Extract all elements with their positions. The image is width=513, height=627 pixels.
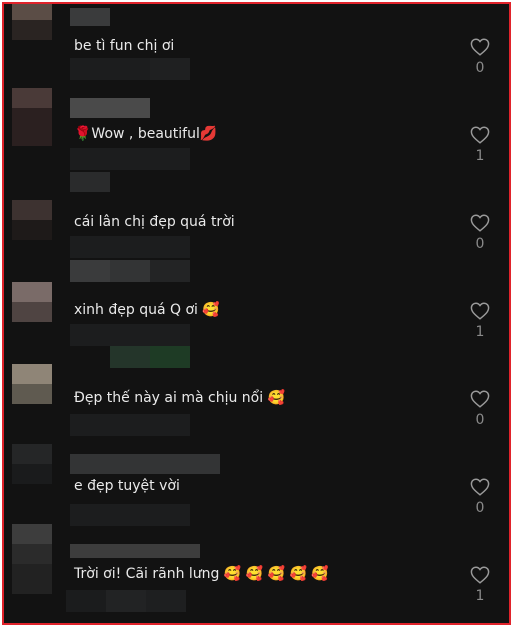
redacted-block [110, 148, 150, 170]
avatar-top [12, 524, 52, 544]
like-button[interactable]: 0 [469, 38, 491, 76]
redacted-block [110, 504, 150, 526]
like-button[interactable]: 1 [469, 566, 491, 604]
like-count: 1 [475, 324, 485, 340]
avatar-top [12, 4, 52, 20]
redacted-block [110, 414, 150, 436]
avatar[interactable] [12, 88, 52, 146]
redacted-block [70, 236, 110, 258]
redacted-block [66, 590, 106, 612]
avatar-bottom [12, 464, 52, 484]
redacted-block [150, 148, 190, 170]
comment-text: 🌹Wow , beautiful💋 [74, 126, 218, 142]
heart-outline-icon [470, 38, 490, 56]
avatar[interactable] [12, 444, 52, 484]
like-button[interactable]: 1 [469, 126, 491, 164]
like-count: 0 [475, 236, 485, 252]
like-button[interactable]: 1 [469, 302, 491, 340]
heart-outline-icon [470, 566, 490, 584]
like-count: 1 [475, 588, 485, 604]
username-redacted [70, 8, 110, 26]
redacted-block [150, 504, 190, 526]
like-button[interactable]: 0 [469, 390, 491, 428]
avatar-bottom [12, 20, 52, 40]
redacted-block [70, 58, 110, 80]
avatar[interactable] [12, 4, 52, 40]
comment-item: Đẹp thế này ai mà chịu nổi 🥰 0 [4, 356, 509, 474]
like-count: 0 [475, 60, 485, 76]
redacted-block [70, 148, 110, 170]
like-count: 1 [475, 148, 485, 164]
redacted-block [110, 58, 150, 80]
redacted-block [146, 590, 186, 612]
comment-item: 🌹Wow , beautiful💋 1 [4, 88, 509, 192]
like-button[interactable]: 0 [469, 214, 491, 252]
avatar-bottom [12, 108, 52, 128]
comments-panel: be tì fun chị ơi 0 🌹Wow , beautiful💋 1 c… [2, 2, 511, 625]
redacted-block [150, 414, 190, 436]
comment-item: xinh đẹp quá Q ơi 🥰 1 [4, 268, 509, 368]
avatar-bottom [12, 302, 52, 322]
comment-text: cái lân chị đẹp quá trời [74, 214, 235, 230]
redacted-block [110, 236, 150, 258]
comment-text: be tì fun chị ơi [74, 38, 175, 54]
avatar[interactable] [12, 282, 52, 322]
avatar-top [12, 282, 52, 302]
avatar-extra [12, 128, 52, 146]
avatar-bottom [12, 544, 52, 564]
comment-item: Trời ơi! Cãi rãnh lưng 🥰 🥰 🥰 🥰 🥰 1 [4, 524, 509, 623]
heart-outline-icon [470, 390, 490, 408]
heart-outline-icon [470, 214, 490, 232]
comment-text: xinh đẹp quá Q ơi 🥰 [74, 302, 220, 318]
avatar-top [12, 444, 52, 464]
like-count: 0 [475, 412, 485, 428]
avatar-bottom [12, 384, 52, 404]
avatar-top [12, 200, 52, 220]
heart-outline-icon [470, 126, 490, 144]
comment-text: e đẹp tuyệt vời [74, 478, 180, 494]
heart-outline-icon [470, 302, 490, 320]
comment-item: cái lân chị đẹp quá trời 0 [4, 180, 509, 282]
redacted-block [150, 236, 190, 258]
like-button[interactable]: 0 [469, 478, 491, 516]
avatar-top [12, 88, 52, 108]
comment-text: Đẹp thế này ai mà chịu nổi 🥰 [74, 390, 285, 406]
comment-item: be tì fun chị ơi 0 [4, 4, 509, 92]
avatar[interactable] [12, 364, 52, 404]
avatar-top [12, 364, 52, 384]
redacted-block [70, 324, 110, 346]
like-count: 0 [475, 500, 485, 516]
avatar[interactable] [12, 200, 52, 240]
avatar-bottom [12, 220, 52, 240]
redacted-block [150, 58, 190, 80]
heart-outline-icon [470, 478, 490, 496]
comment-text: Trời ơi! Cãi rãnh lưng 🥰 🥰 🥰 🥰 🥰 [74, 566, 329, 582]
avatar[interactable] [12, 524, 52, 594]
redacted-block [106, 590, 146, 612]
redacted-block [150, 324, 190, 346]
avatar-extra [12, 564, 52, 594]
username-redacted [70, 98, 150, 118]
comment-item: e đẹp tuyệt vời 0 [4, 444, 509, 558]
redacted-block [110, 324, 150, 346]
redacted-block [70, 504, 110, 526]
redacted-block [70, 414, 110, 436]
